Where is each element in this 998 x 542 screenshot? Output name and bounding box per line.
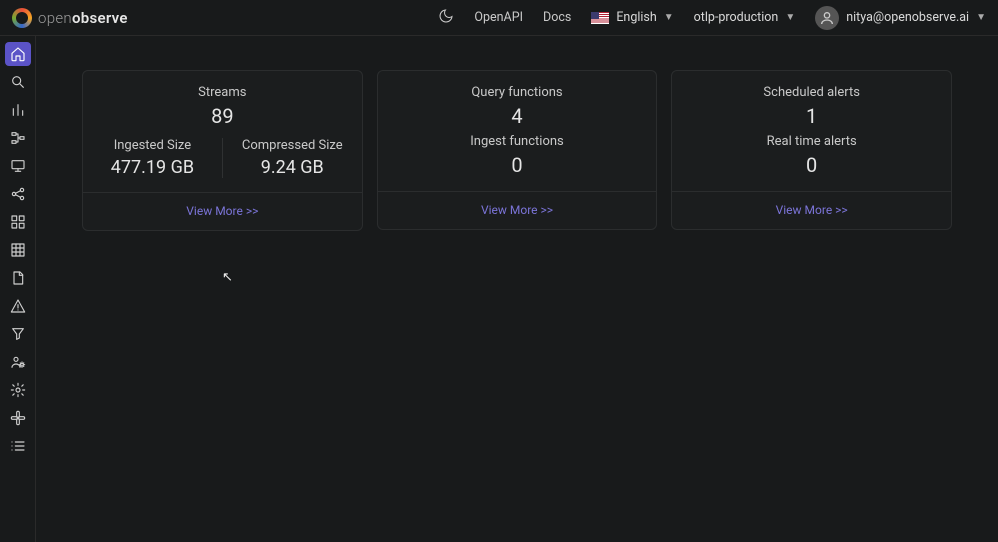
chevron-down-icon: ▼ (976, 12, 986, 23)
main-content: Streams 89 Ingested Size 477.19 GB Compr… (36, 36, 998, 542)
table-icon (10, 242, 26, 258)
openapi-link[interactable]: OpenAPI (474, 10, 523, 25)
logo-text: openobserve (38, 9, 128, 27)
alert-icon (10, 298, 26, 314)
list-icon (10, 438, 26, 454)
file-icon (10, 270, 26, 286)
sidebar-item-traces[interactable] (5, 126, 31, 150)
streams-view-more[interactable]: View More >> (186, 204, 258, 218)
language-label: English (616, 10, 656, 25)
compressed-size-value: 9.24 GB (223, 157, 362, 178)
avatar (815, 6, 839, 30)
query-functions-title: Query functions (378, 85, 657, 100)
sidebar-item-slack[interactable] (5, 406, 31, 430)
sidebar-item-metrics[interactable] (5, 98, 31, 122)
sidebar-item-iam[interactable] (5, 350, 31, 374)
docs-link[interactable]: Docs (543, 10, 571, 25)
logo-icon (12, 8, 32, 28)
ingest-functions-label: Ingest functions (378, 134, 657, 149)
chevron-down-icon: ▼ (664, 12, 674, 23)
home-icon (10, 46, 26, 62)
chevron-down-icon: ▼ (785, 12, 795, 23)
gear-icon (10, 382, 26, 398)
sidebar-item-streams[interactable] (5, 238, 31, 262)
logo-thin: open (38, 9, 72, 27)
sidebar-item-reports[interactable] (5, 266, 31, 290)
sidebar-item-rum[interactable] (5, 154, 31, 178)
sidebar-item-home[interactable] (5, 42, 31, 66)
share-icon (10, 186, 26, 202)
sidebar-item-settings[interactable] (5, 378, 31, 402)
realtime-alerts-label: Real time alerts (672, 134, 951, 149)
sidebar-item-list[interactable] (5, 434, 31, 458)
streams-value: 89 (83, 104, 362, 128)
compressed-size-label: Compressed Size (223, 138, 362, 153)
streams-card: Streams 89 Ingested Size 477.19 GB Compr… (82, 70, 363, 231)
moon-icon (438, 8, 454, 24)
theme-toggle[interactable] (438, 8, 454, 28)
query-functions-value: 4 (378, 104, 657, 128)
monitor-icon (10, 158, 26, 174)
user-email: nitya@openobserve.ai (846, 10, 969, 25)
ingest-functions-value: 0 (378, 153, 657, 177)
org-label: otlp-production (694, 10, 779, 25)
scheduled-alerts-title: Scheduled alerts (672, 85, 951, 100)
topbar: openobserve OpenAPI Docs English ▼ otlp-… (0, 0, 998, 36)
streams-title: Streams (83, 85, 362, 100)
filter-icon (10, 326, 26, 342)
sidebar-item-alerts[interactable] (5, 294, 31, 318)
alerts-card: Scheduled alerts 1 Real time alerts 0 Vi… (671, 70, 952, 230)
search-icon (10, 74, 26, 90)
brand-logo[interactable]: openobserve (12, 8, 128, 28)
users-cog-icon (10, 354, 26, 370)
cursor-icon: ↖ (222, 270, 233, 285)
language-selector[interactable]: English ▼ (591, 10, 673, 25)
user-menu[interactable]: nitya@openobserve.ai ▼ (815, 6, 986, 30)
topbar-right: OpenAPI Docs English ▼ otlp-production ▼… (438, 6, 986, 30)
alerts-view-more[interactable]: View More >> (776, 203, 848, 217)
flag-icon (591, 12, 609, 24)
ingested-size-value: 477.19 GB (83, 157, 222, 178)
org-selector[interactable]: otlp-production ▼ (694, 10, 796, 25)
realtime-alerts-value: 0 (672, 153, 951, 177)
traces-icon (10, 130, 26, 146)
sidebar-item-functions[interactable] (5, 322, 31, 346)
ingested-size-label: Ingested Size (83, 138, 222, 153)
scheduled-alerts-value: 1 (672, 104, 951, 128)
sidebar-item-dashboards[interactable] (5, 210, 31, 234)
sidebar-item-pipelines[interactable] (5, 182, 31, 206)
functions-view-more[interactable]: View More >> (481, 203, 553, 217)
sidebar (0, 36, 36, 542)
user-icon (819, 10, 835, 26)
grid-icon (10, 214, 26, 230)
bar-chart-icon (10, 102, 26, 118)
logo-bold: observe (72, 9, 128, 27)
sidebar-item-search[interactable] (5, 70, 31, 94)
functions-card: Query functions 4 Ingest functions 0 Vie… (377, 70, 658, 230)
slack-icon (10, 410, 26, 426)
